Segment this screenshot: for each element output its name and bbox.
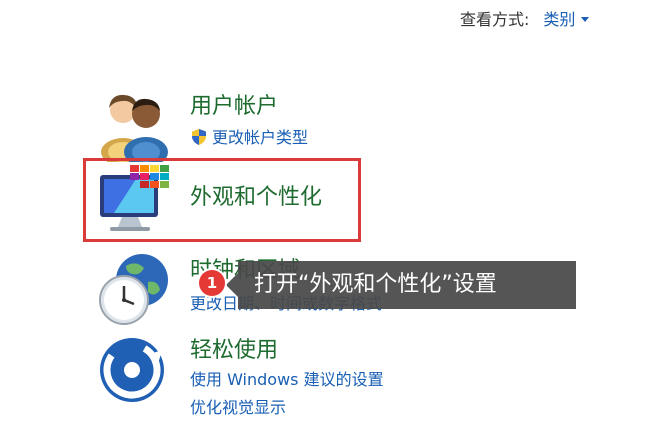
- view-by-value[interactable]: 类别: [543, 10, 575, 29]
- uac-shield-icon: [192, 129, 206, 145]
- ease-of-access-icon[interactable]: [96, 332, 172, 408]
- view-by: 查看方式: 类别: [460, 6, 590, 30]
- appearance-title[interactable]: 外观和个性化: [190, 179, 322, 211]
- callout-arrow: [226, 273, 238, 297]
- recommended-settings-link[interactable]: 使用 Windows 建议的设置: [190, 366, 384, 390]
- view-by-dropdown[interactable]: 类别: [543, 10, 590, 29]
- ease-of-access-title[interactable]: 轻松使用: [190, 332, 278, 364]
- user-accounts-title[interactable]: 用户帐户: [190, 88, 278, 120]
- view-by-label: 查看方式:: [460, 10, 530, 29]
- change-account-type-label[interactable]: 更改帐户类型: [212, 128, 308, 147]
- appearance-monitor-icon[interactable]: [96, 163, 172, 239]
- users-icon[interactable]: [96, 86, 172, 162]
- clock-globe-icon[interactable]: [96, 252, 172, 328]
- step-number-badge: 1: [199, 270, 225, 296]
- optimize-visual-display-link[interactable]: 优化视觉显示: [190, 394, 286, 418]
- instruction-callout: 打开“外观和个性化”设置: [238, 261, 576, 309]
- change-account-type-link[interactable]: 更改帐户类型: [190, 124, 308, 148]
- dropdown-caret-icon[interactable]: [581, 17, 590, 22]
